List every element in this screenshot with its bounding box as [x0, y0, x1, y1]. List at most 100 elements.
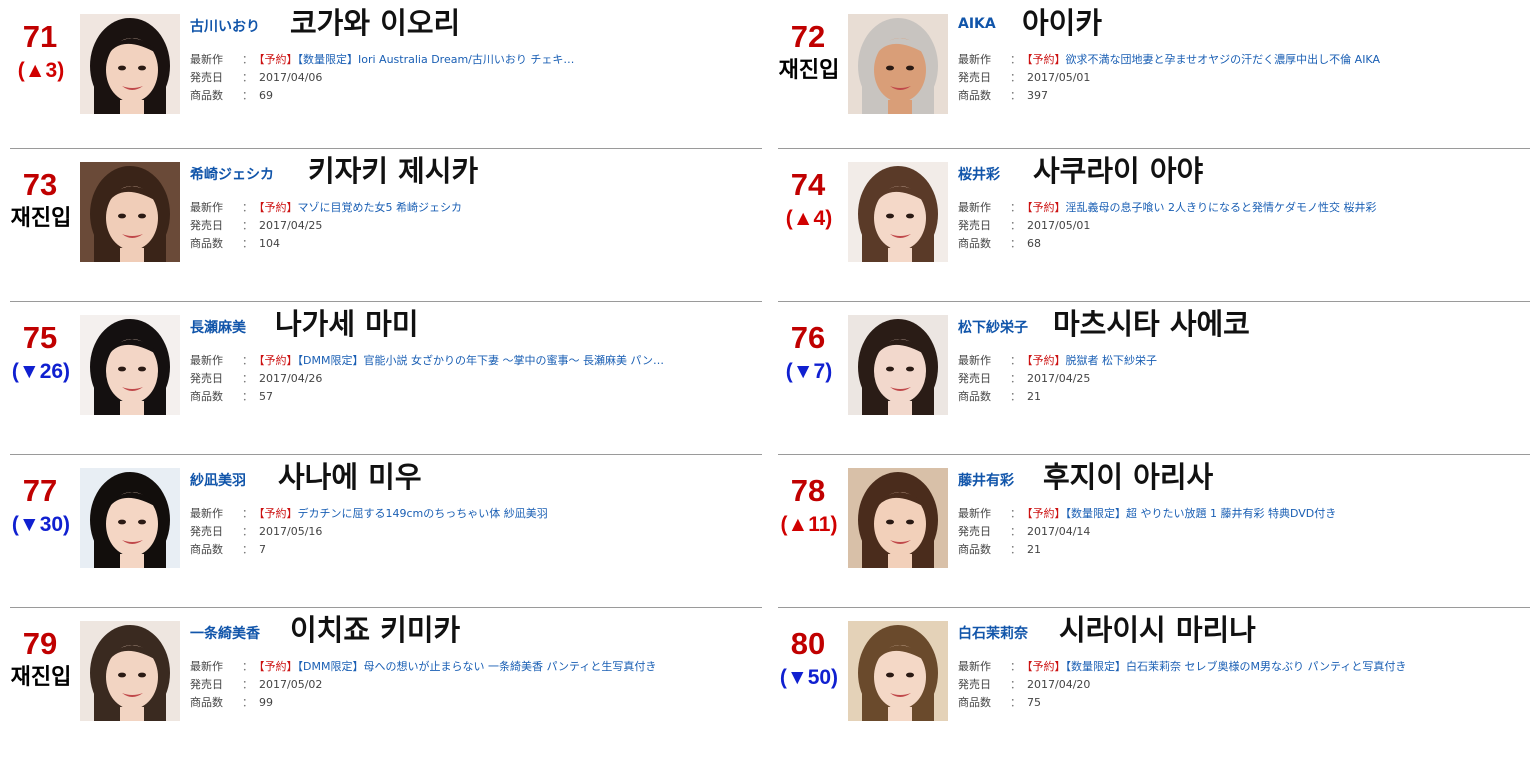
actress-info: 最新作 ： 【予約】デカチンに屈する149cmのちっちゃい体 紗凪美羽 発売日 ： 201…: [190, 505, 548, 559]
release-date-value: 2017/05/01: [1027, 219, 1091, 232]
actress-photo[interactable]: [80, 14, 180, 114]
release-date-value: 2017/04/26: [259, 372, 323, 385]
colon-separator: ：: [1010, 660, 1021, 673]
actress-name-link[interactable]: 一条綺美香: [190, 623, 260, 643]
actress-name-link[interactable]: 松下紗栄子: [958, 317, 1028, 337]
actress-photo[interactable]: [80, 468, 180, 568]
item-count-row: 商品数 ： 68: [958, 235, 1377, 253]
actress-info: 最新作 ： 【予約】【数量限定】白石茉莉奈 セレブ奥様のM男なぶり パンティと写真付…: [958, 658, 1406, 712]
actress-name-link[interactable]: 桜井彩: [958, 164, 1000, 184]
release-date-label: 発売日: [958, 525, 991, 538]
latest-work-row: 最新作 ： 【予約】【数量限定】白石茉莉奈 セレブ奥様のM男なぶり パンティと写真付…: [958, 658, 1406, 676]
item-count-value: 68: [1027, 237, 1041, 250]
actress-name-link[interactable]: 希崎ジェシカ: [190, 164, 274, 184]
colon-separator: ：: [1010, 678, 1021, 691]
reservation-tag: 【予約】: [259, 201, 298, 214]
latest-work-row: 最新作 ： 【予約】デカチンに屈する149cmのちっちゃい体 紗凪美羽: [190, 505, 548, 523]
colon-separator: ：: [1010, 201, 1021, 214]
latest-work-row: 最新作 ： 【予約】マゾに目覚めた女5 希崎ジェシカ: [190, 199, 462, 217]
actress-name-link[interactable]: 古川いおり: [190, 16, 260, 36]
actress-name-link[interactable]: 長瀬麻美: [190, 317, 246, 337]
reservation-tag: 【予約】: [259, 354, 298, 367]
actress-name-link[interactable]: 紗凪美羽: [190, 470, 246, 490]
actress-photo[interactable]: [80, 162, 180, 262]
rank-change-up: (▲11): [780, 513, 838, 536]
latest-work-row: 最新作 ： 【予約】【DMM限定】母への想いが止まらない 一条綺美香 パンティと生写…: [190, 658, 656, 676]
actress-photo[interactable]: [848, 315, 948, 415]
latest-work-row: 最新作 ： 【予約】欲求不満な団地妻と孕ませオヤジの汗だく濃厚中出し不倫 AIKA: [958, 51, 1380, 69]
ranking-entry: 74 (▲4) 桜井彩 사쿠라이 아야 最新作 ： 【予約】淫乱義母の息子喰い 2人きりにな…: [768, 148, 1530, 298]
portrait-image: [848, 162, 948, 262]
item-count-label: 商品数: [958, 89, 991, 102]
release-date-label: 発売日: [190, 219, 223, 232]
actress-photo[interactable]: [848, 468, 948, 568]
korean-name: 아이카: [1022, 6, 1103, 40]
colon-separator: ：: [242, 53, 253, 66]
latest-work-link[interactable]: 【数量限定】Iori Australia Dream/古川いおり チェキ…: [298, 53, 575, 66]
latest-work-link[interactable]: 【数量限定】白石茉莉奈 セレブ奥様のM男なぶり パンティと写真付き: [1066, 660, 1407, 673]
colon-separator: ：: [242, 89, 253, 102]
colon-separator: ：: [1010, 219, 1021, 232]
item-count-label: 商品数: [958, 390, 991, 403]
release-date-label: 発売日: [190, 71, 223, 84]
release-date-label: 発売日: [958, 71, 991, 84]
latest-work-link[interactable]: マゾに目覚めた女5 希崎ジェシカ: [298, 201, 463, 214]
latest-work-link[interactable]: 【DMM限定】母への想いが止まらない 一条綺美香 パンティと生写真付き: [298, 660, 657, 673]
actress-photo[interactable]: [848, 14, 948, 114]
release-date-row: 発売日 ： 2017/04/26: [190, 370, 664, 388]
korean-name: 마츠시타 사에코: [1053, 307, 1250, 341]
reservation-tag: 【予約】: [1027, 354, 1066, 367]
ranking-entry: 75 (▼26) 長瀬麻美 나가세 마미 最新作 ： 【予約】【DMM限定】官能小説 女ざか…: [0, 301, 762, 451]
rank-number: 77: [22, 473, 58, 508]
item-count-row: 商品数 ： 397: [958, 87, 1380, 105]
rank-number: 79: [22, 626, 58, 661]
actress-info: 最新作 ： 【予約】【DMM限定】母への想いが止まらない 一条綺美香 パンティと生写…: [190, 658, 656, 712]
latest-work-row: 最新作 ： 【予約】淫乱義母の息子喰い 2人きりになると発情ケダモノ性交 桜井彩: [958, 199, 1377, 217]
korean-name: 사나에 미우: [278, 460, 422, 494]
latest-work-link[interactable]: 【DMM限定】官能小説 女ざかりの年下妻 ～掌中の蜜事～ 長瀬麻美 パン…: [298, 354, 665, 367]
actress-name-link[interactable]: 藤井有彩: [958, 470, 1014, 490]
rank-change-re: 재진입: [10, 665, 72, 690]
ranking-grid: 71 (▲3) 古川いおり 코가와 이오리 最新作：【予約】【数量限定】Iori Aus…: [0, 0, 1540, 757]
colon-separator: ：: [242, 201, 253, 214]
latest-work-link[interactable]: 【数量限定】超 やりたい放題 1 藤井有彩 特典DVD付き: [1066, 507, 1337, 520]
release-date-value: 2017/04/20: [1027, 678, 1091, 691]
actress-photo[interactable]: [80, 315, 180, 415]
actress-name-link[interactable]: 白石茉莉奈: [958, 623, 1028, 643]
release-date-row: 発売日 ： 2017/05/01: [958, 69, 1380, 87]
korean-name: 키자키 제시카: [308, 154, 479, 188]
portrait-image: [80, 315, 180, 415]
item-count-value: 104: [259, 237, 280, 250]
item-count-value: 57: [259, 390, 273, 403]
portrait-image: [848, 315, 948, 415]
latest-work-link[interactable]: 淫乱義母の息子喰い 2人きりになると発情ケダモノ性交 桜井彩: [1066, 201, 1377, 214]
rank-change-down: (▼26): [11, 360, 71, 383]
release-date-label: 発売日: [190, 372, 223, 385]
latest-work-label: 最新作: [190, 53, 223, 66]
reservation-tag: 【予約】: [1027, 507, 1066, 520]
rank-number: 74: [790, 167, 826, 202]
actress-photo[interactable]: [848, 162, 948, 262]
actress-name-link[interactable]: AIKA: [958, 16, 996, 32]
item-count-row: 商品数 ： 104: [190, 235, 462, 253]
actress-photo[interactable]: [848, 621, 948, 721]
release-date-value: 2017/04/25: [1027, 372, 1091, 385]
latest-work-link[interactable]: 脱獄者 松下紗栄子: [1066, 354, 1158, 367]
latest-work-row: 最新作 ： 【予約】【数量限定】Iori Australia Dream/古川いおり…: [190, 51, 574, 69]
colon-separator: ：: [242, 237, 253, 250]
rank-change-down: (▼7): [785, 360, 833, 383]
latest-work-link[interactable]: 欲求不満な団地妻と孕ませオヤジの汗だく濃厚中出し不倫 AIKA: [1066, 53, 1380, 66]
latest-work-label: 最新作: [190, 201, 223, 214]
release-date-row: 発売日 ： 2017/05/01: [958, 217, 1377, 235]
colon-separator: ：: [242, 372, 253, 385]
rank-number: 76: [790, 320, 826, 355]
actress-photo[interactable]: [80, 621, 180, 721]
actress-info: 最新作 ： 【予約】脱獄者 松下紗栄子 発売日 ： 2017/04/25 商品数 ： 21: [958, 352, 1157, 406]
latest-work-link[interactable]: デカチンに屈する149cmのちっちゃい体 紗凪美羽: [298, 507, 548, 520]
colon-separator: ：: [1010, 237, 1021, 250]
rank-number: 80: [790, 626, 826, 661]
item-count-label: 商品数: [190, 237, 223, 250]
latest-work-label: 最新作: [190, 660, 223, 673]
release-date-label: 発売日: [190, 525, 223, 538]
item-count-value: 7: [259, 543, 266, 556]
